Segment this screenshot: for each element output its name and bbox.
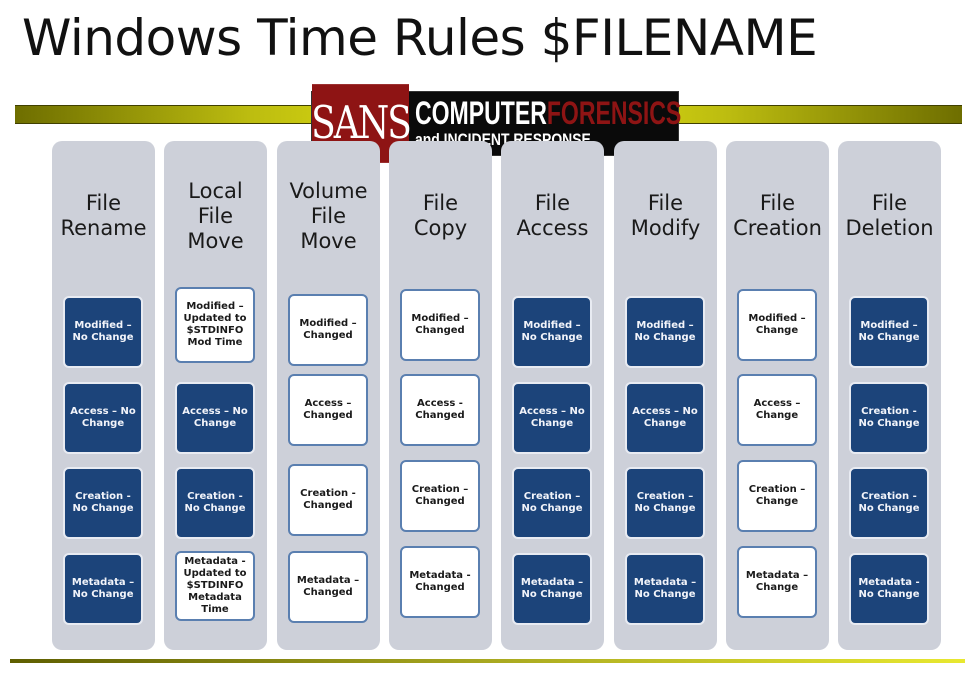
changed-box: Metadata – Changed bbox=[288, 551, 368, 623]
no-change-box: Creation - No Change bbox=[63, 467, 143, 539]
no-change-box: Creation - No Change bbox=[175, 467, 255, 539]
no-change-box: Creation – No Change bbox=[625, 467, 705, 539]
column-file-creation: File Creation Modified – Change Access – C… bbox=[726, 141, 829, 650]
column-header: Volume File Move bbox=[289, 178, 368, 253]
no-change-box: Access – No Change bbox=[625, 382, 705, 454]
no-change-box: Modified – No Change bbox=[625, 296, 705, 368]
no-change-box: Creation - No Change bbox=[849, 467, 929, 539]
column-header: File Access bbox=[516, 191, 589, 240]
changed-box: Metadata - Updated to $STDINFO Metadata … bbox=[175, 551, 255, 621]
logo-line1: COMPUTERFORENSICS bbox=[415, 95, 681, 131]
no-change-box: Metadata - No Change bbox=[849, 553, 929, 625]
no-change-box: Access – No Change bbox=[63, 382, 143, 454]
column-header: File Deletion bbox=[845, 191, 934, 240]
changed-box: Modified – Change bbox=[737, 289, 817, 361]
no-change-box: Modified – No Change bbox=[512, 296, 592, 368]
changed-box: Creation - Changed bbox=[288, 464, 368, 536]
changed-box: Modified – Changed bbox=[288, 294, 368, 366]
changed-box: Access – Change bbox=[737, 374, 817, 446]
column-file-modify: File Modify Modified – No Change Access – … bbox=[614, 141, 717, 650]
column-header: File Creation bbox=[733, 191, 822, 240]
no-change-box: Access – No Change bbox=[512, 382, 592, 454]
no-change-box: Creation - No Change bbox=[849, 382, 929, 454]
no-change-box: Creation – No Change bbox=[512, 467, 592, 539]
changed-box: Creation – Changed bbox=[400, 460, 480, 532]
column-volume-file-move: Volume File Move Modified – Changed Access… bbox=[277, 141, 380, 650]
bottom-accent-bar bbox=[10, 659, 965, 663]
column-local-file-move: Local File Move Modified – Updated to $ST… bbox=[164, 141, 267, 650]
column-header: File Rename bbox=[60, 191, 147, 240]
logo-forensics: FORENSICS bbox=[546, 95, 682, 131]
column-file-rename: File Rename Modified – No Change Access – … bbox=[52, 141, 155, 650]
no-change-box: Metadata – No Change bbox=[625, 553, 705, 625]
changed-box: Modified – Changed bbox=[400, 289, 480, 361]
column-file-deletion: File Deletion Modified – No Change Creatio… bbox=[838, 141, 941, 650]
changed-box: Access – Changed bbox=[288, 374, 368, 446]
column-header: File Modify bbox=[630, 191, 701, 240]
changed-box: Access - Changed bbox=[400, 374, 480, 446]
column-file-copy: File Copy Modified – Changed Access - Chan… bbox=[389, 141, 492, 650]
changed-box: Modified – Updated to $STDINFO Mod Time bbox=[175, 287, 255, 363]
no-change-box: Modified – No Change bbox=[63, 296, 143, 368]
changed-box: Creation – Change bbox=[737, 460, 817, 532]
column-file-access: File Access Modified – No Change Access – … bbox=[501, 141, 604, 650]
changed-box: Metadata – Change bbox=[737, 546, 817, 618]
changed-box: Metadata - Changed bbox=[400, 546, 480, 618]
column-header: Local File Move bbox=[187, 178, 244, 253]
no-change-box: Metadata – No Change bbox=[512, 553, 592, 625]
page-title: Windows Time Rules $FILENAME bbox=[22, 9, 818, 67]
logo-computer: COMPUTER bbox=[415, 95, 547, 131]
no-change-box: Access – No Change bbox=[175, 382, 255, 454]
no-change-box: Metadata – No Change bbox=[63, 553, 143, 625]
column-header: File Copy bbox=[413, 191, 468, 240]
no-change-box: Modified – No Change bbox=[849, 296, 929, 368]
